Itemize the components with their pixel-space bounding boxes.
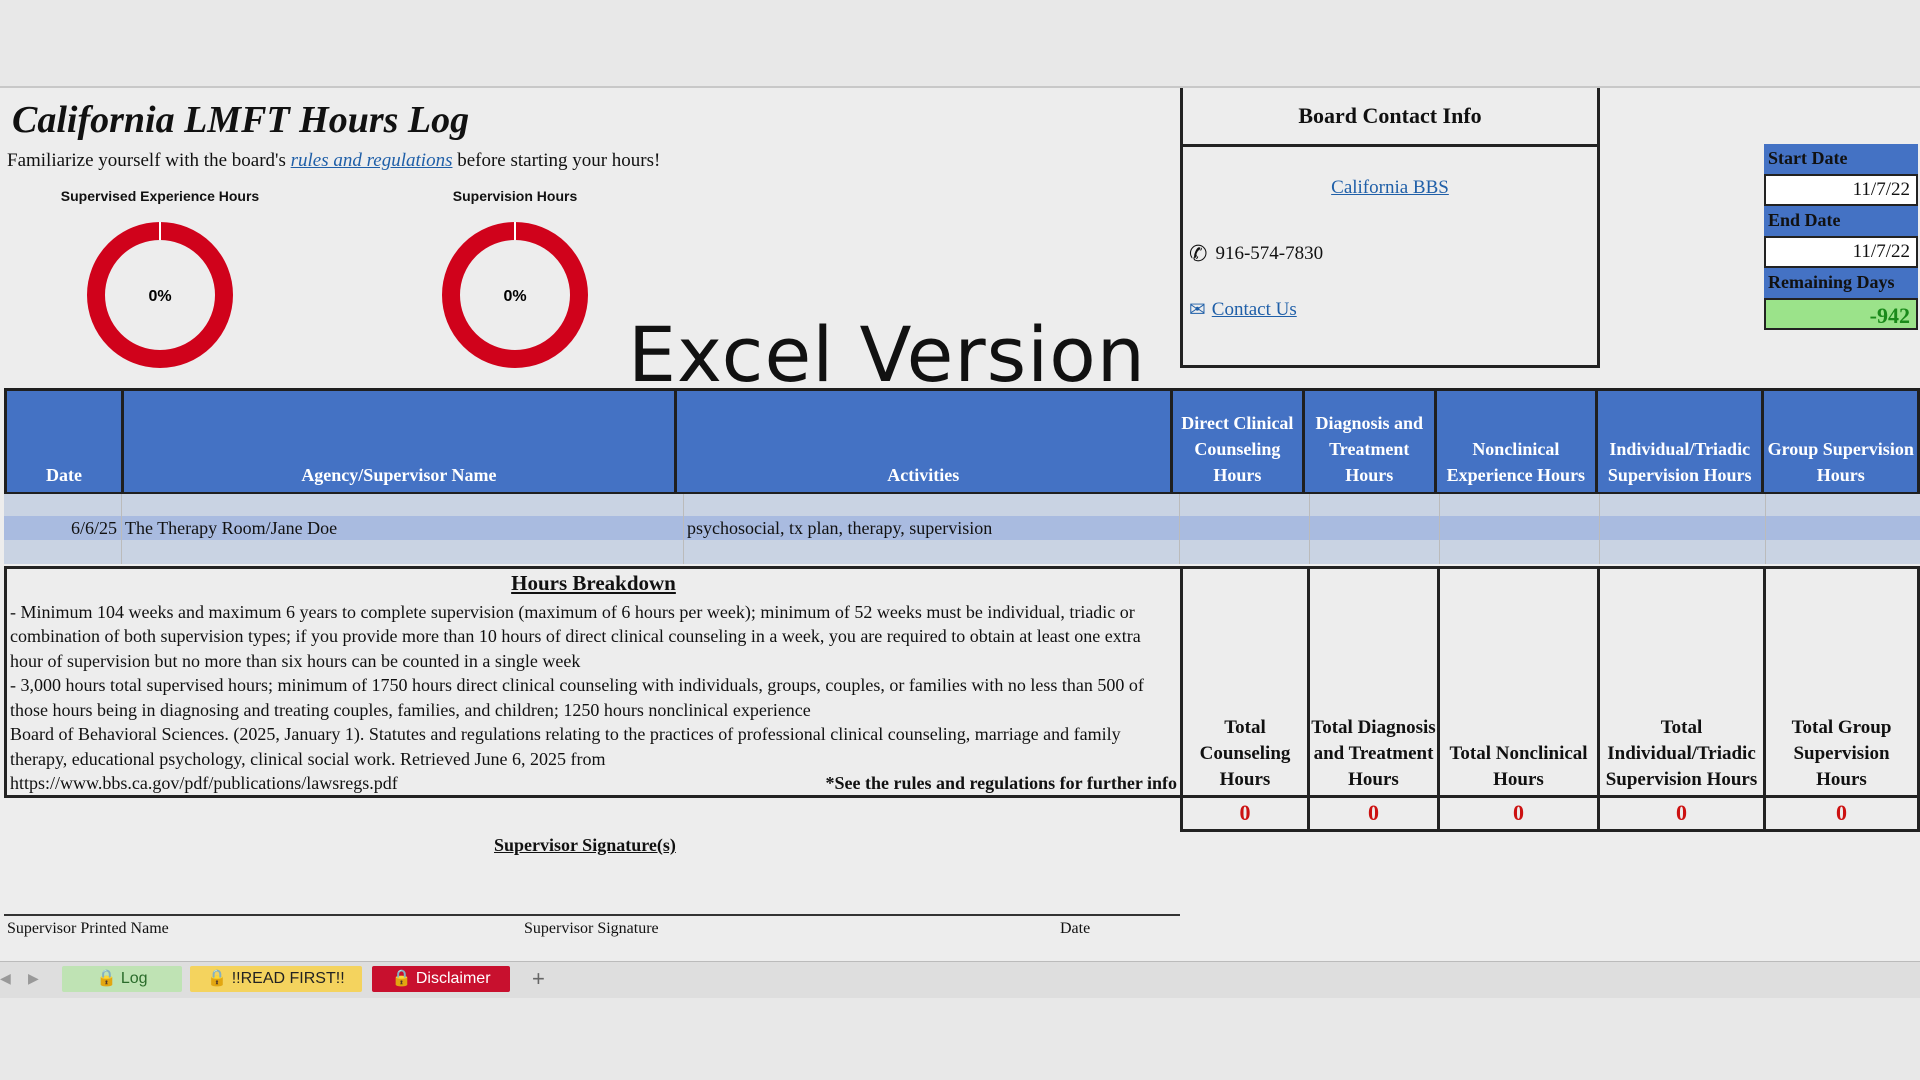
spreadsheet-area[interactable]: California LMFT Hours Log Familiarize yo…	[0, 86, 1920, 963]
sheet-title: California LMFT Hours Log	[12, 99, 470, 141]
col-activities[interactable]: Activities	[673, 388, 1173, 495]
breakdown-citation: Board of Behavioral Sciences. (2025, Jan…	[10, 724, 1121, 769]
scroll-right-icon[interactable]: ▶	[28, 970, 39, 987]
hours-breakdown: Hours Breakdown - Minimum 104 weeks and …	[4, 566, 1180, 798]
total-group-value[interactable]: 0	[1766, 798, 1920, 832]
total-nonclinical-value[interactable]: 0	[1440, 798, 1600, 832]
total-nonclinical-label: Total Nonclinical Hours	[1440, 566, 1600, 798]
tab-disclaimer[interactable]: 🔒 Disclaimer	[372, 966, 510, 992]
board-contact-box: Board Contact Info California BBS ✆ 916-…	[1180, 88, 1600, 368]
breakdown-line-1: - Minimum 104 weeks and maximum 6 years …	[10, 601, 1141, 671]
remaining-days-label: Remaining Days	[1764, 268, 1918, 298]
scroll-left-icon[interactable]: ◀	[0, 970, 11, 987]
tab-disclaimer-label: Disclaimer	[415, 970, 491, 987]
total-individual-label: Total Individual/Triadic Supervision Hou…	[1600, 566, 1766, 798]
end-date-label: End Date	[1764, 206, 1918, 236]
row-date[interactable]: 6/6/25	[4, 516, 122, 540]
tab-log-label: Log	[120, 970, 148, 987]
add-sheet-icon[interactable]: +	[532, 966, 545, 992]
signature-line	[4, 914, 1180, 916]
contact-row: ✉ Contact Us	[1189, 297, 1597, 322]
log-table-header: Date Agency/Supervisor Name Activities D…	[3, 388, 1920, 495]
table-row[interactable]: 6/6/25 The Therapy Room/Jane Doe psychos…	[4, 516, 1920, 540]
col-individual-triadic[interactable]: Individual/Triadic Supervision Hours	[1594, 388, 1765, 495]
start-date-cell[interactable]: 11/7/22	[1764, 174, 1918, 206]
total-counseling-value[interactable]: 0	[1180, 798, 1310, 832]
phone-icon: ✆	[1189, 241, 1208, 266]
mailbox-icon: ✉	[1189, 299, 1206, 321]
lock-icon: 🔒	[207, 970, 228, 987]
tab-log[interactable]: 🔒 Log	[62, 966, 182, 992]
row-agency[interactable]: The Therapy Room/Jane Doe	[122, 516, 684, 540]
sheet-tab-bar: ◀ ▶ 🔒 Log 🔒 !!READ FIRST!! 🔒 Disclaimer …	[0, 961, 1920, 998]
remaining-days-cell[interactable]: -942	[1764, 298, 1918, 330]
signature-label: Supervisor Signature	[524, 920, 659, 937]
table-row[interactable]	[4, 494, 1920, 516]
intro-before: Familiarize yourself with the board's	[7, 150, 291, 171]
supervised-hours-gauge: 0%	[87, 222, 233, 368]
signature-title: Supervisor Signature(s)	[494, 835, 676, 855]
tab-read-first-label: !!READ FIRST!!	[231, 970, 345, 987]
table-row[interactable]	[4, 540, 1920, 564]
supervision-hours-gauge: 0%	[442, 222, 588, 368]
total-group-label: Total Group Supervision Hours	[1766, 566, 1920, 798]
end-date-cell[interactable]: 11/7/22	[1764, 236, 1918, 268]
phone-number: 916-574-7830	[1215, 243, 1324, 264]
tab-read-first[interactable]: 🔒 !!READ FIRST!!	[190, 966, 362, 992]
excel-version-overlay: Excel Version	[628, 310, 1146, 399]
breakdown-note: *See the rules and regulations for furth…	[825, 773, 1178, 793]
intro-after: before starting your hours!	[452, 150, 661, 171]
col-date[interactable]: Date	[3, 388, 125, 495]
gauge-label-supervision: Supervision Hours	[452, 188, 578, 204]
col-nonclinical[interactable]: Nonclinical Experience Hours	[1433, 388, 1598, 495]
col-agency[interactable]: Agency/Supervisor Name	[121, 388, 677, 495]
row-activities[interactable]: psychosocial, tx plan, therapy, supervis…	[684, 516, 1180, 540]
gauge-percent: 0%	[148, 288, 171, 305]
breakdown-line-2: - 3,000 hours total supervised hours; mi…	[10, 675, 1144, 720]
col-diagnosis[interactable]: Diagnosis and Treatment Hours	[1301, 388, 1437, 495]
total-diagnosis-value[interactable]: 0	[1310, 798, 1440, 832]
lock-icon: 🔒	[96, 970, 117, 987]
col-group-supervision[interactable]: Group Supervision Hours	[1761, 388, 1920, 495]
breakdown-url: https://www.bbs.ca.gov/pdf/publications/…	[10, 773, 398, 793]
intro-text: Familiarize yourself with the board's ru…	[7, 150, 660, 172]
phone-row: ✆ 916-574-7830	[1189, 241, 1597, 267]
total-counseling-label: Total Counseling Hours	[1180, 566, 1310, 798]
col-direct-clinical[interactable]: Direct Clinical Counseling Hours	[1169, 388, 1305, 495]
rules-link[interactable]: rules and regulations	[291, 150, 453, 171]
printed-name-label: Supervisor Printed Name	[7, 920, 169, 937]
gauge-percent: 0%	[503, 288, 526, 305]
california-bbs-link[interactable]: California BBS	[1331, 177, 1449, 198]
breakdown-heading: Hours Breakdown	[511, 571, 676, 595]
contact-header: Board Contact Info	[1183, 88, 1597, 147]
contact-us-link[interactable]: Contact Us	[1212, 299, 1297, 321]
total-diagnosis-label: Total Diagnosis and Treatment Hours	[1310, 566, 1440, 798]
gauge-label-supervised: Supervised Experience Hours	[60, 188, 260, 204]
start-date-label: Start Date	[1764, 144, 1918, 174]
lock-icon: 🔒	[391, 970, 412, 987]
total-individual-value[interactable]: 0	[1600, 798, 1766, 832]
date-label: Date	[1060, 920, 1091, 937]
date-panel: Start Date 11/7/22 End Date 11/7/22 Rema…	[1764, 144, 1918, 330]
